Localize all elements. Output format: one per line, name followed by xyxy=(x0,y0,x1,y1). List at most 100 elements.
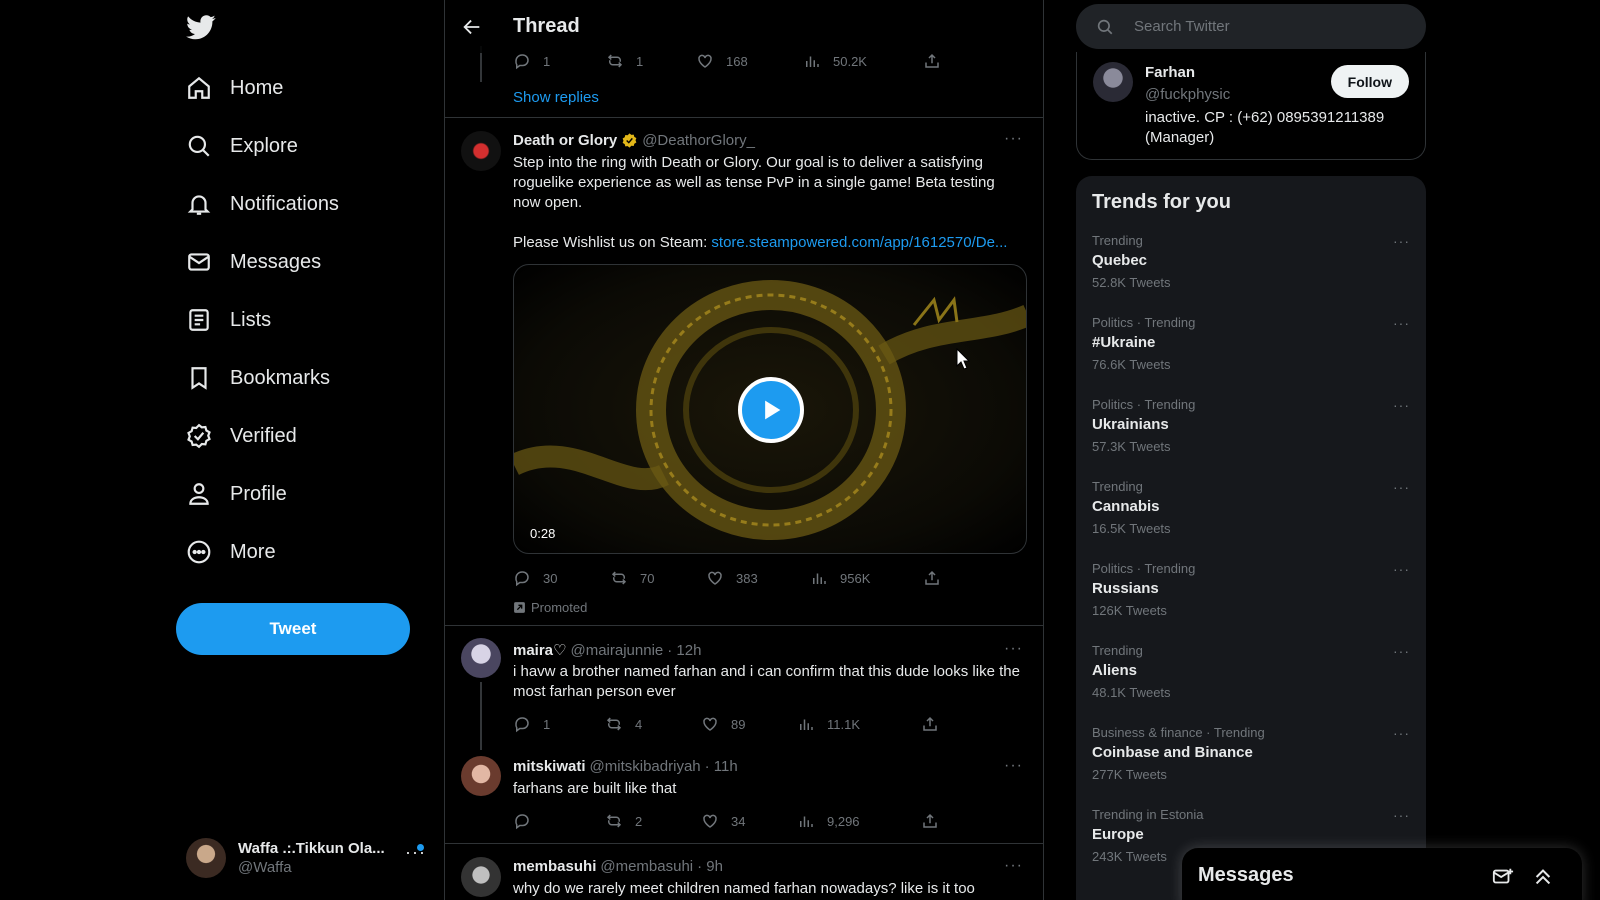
nav-messages[interactable]: Messages xyxy=(176,237,321,287)
share-button[interactable] xyxy=(921,715,939,733)
more-dots-icon[interactable]: ··· xyxy=(1004,757,1023,775)
views-button[interactable]: 50.2K xyxy=(803,52,923,70)
share-icon xyxy=(923,813,937,828)
avatar[interactable] xyxy=(1093,62,1133,102)
author-name[interactable]: Death or Glory xyxy=(513,132,617,149)
retweet-button[interactable]: 4 xyxy=(605,715,701,733)
more-dots-icon[interactable]: ··· xyxy=(1393,479,1410,495)
tweet-time[interactable]: · 12h xyxy=(667,642,701,659)
retweet-count: 4 xyxy=(635,716,643,732)
nav-bookmarks[interactable]: Bookmarks xyxy=(176,353,330,403)
trend-name: #Ukraine xyxy=(1092,334,1156,351)
avatar[interactable] xyxy=(461,638,501,678)
account-switcher[interactable]: Waffa .:.Tikkun Ola... @Waffa ··· xyxy=(186,830,426,886)
like-button[interactable]: 383 xyxy=(706,569,810,587)
more-dots-icon[interactable]: ··· xyxy=(1393,643,1410,659)
trend-category: Politics · Trending xyxy=(1092,561,1196,576)
views-count: 956K xyxy=(840,570,871,586)
nav-explore[interactable]: Explore xyxy=(176,121,298,171)
retweet-button[interactable]: 2 xyxy=(605,812,701,830)
search-bar[interactable] xyxy=(1076,4,1426,49)
tweet-time[interactable]: · 9h xyxy=(697,858,723,875)
reply-button[interactable]: 1 xyxy=(513,715,605,733)
verified-badge-icon xyxy=(187,423,211,449)
new-message-icon[interactable] xyxy=(1492,866,1514,888)
like-button[interactable]: 34 xyxy=(701,812,797,830)
nav-label-profile: Profile xyxy=(230,482,287,505)
trend-item[interactable]: Politics · Trending Ukrainians 57.3K Twe… xyxy=(1076,397,1426,479)
trend-item[interactable]: Trending Cannabis 16.5K Tweets ··· xyxy=(1076,479,1426,561)
author-name[interactable]: maira♡ xyxy=(513,641,566,659)
more-dots-icon[interactable]: ··· xyxy=(1004,857,1023,875)
retweet-count: 70 xyxy=(640,570,655,586)
nav-profile[interactable]: Profile xyxy=(176,469,287,519)
trend-item[interactable]: Politics · Trending #Ukraine 76.6K Tweet… xyxy=(1076,315,1426,397)
play-button[interactable] xyxy=(738,377,804,443)
twitter-bird-icon[interactable] xyxy=(186,12,216,42)
suggested-user-name[interactable]: Farhan xyxy=(1145,64,1195,81)
like-button[interactable]: 89 xyxy=(701,715,797,733)
reply-button[interactable]: 1 xyxy=(513,52,606,70)
avatar[interactable] xyxy=(461,756,501,796)
views-button[interactable]: 956K xyxy=(810,569,923,587)
more-dots-icon[interactable]: ··· xyxy=(1393,397,1410,413)
search-icon xyxy=(1097,19,1113,34)
who-to-follow-card: Farhan @fuckphysic inactive. CP : (+62) … xyxy=(1076,52,1426,160)
more-dots-icon[interactable]: ··· xyxy=(1393,315,1410,331)
retweet-button[interactable]: 1 xyxy=(606,52,696,70)
author-name[interactable]: mitskiwati xyxy=(513,758,586,775)
views-button[interactable]: 9,296 xyxy=(797,812,921,830)
back-arrow-icon[interactable] xyxy=(461,16,483,38)
nav-verified[interactable]: Verified xyxy=(176,411,297,461)
nav-lists[interactable]: Lists xyxy=(176,295,271,345)
tweet-actions: 2 34 9,296 xyxy=(513,812,939,830)
messages-drawer[interactable]: Messages xyxy=(1182,848,1582,900)
avatar[interactable] xyxy=(461,131,501,171)
more-dots-icon[interactable]: ··· xyxy=(1393,725,1410,741)
more-dots-icon[interactable]: ··· xyxy=(1393,807,1410,823)
more-dots-icon[interactable]: ··· xyxy=(1393,561,1410,577)
author-handle[interactable]: @mairajunnie xyxy=(570,642,663,659)
views-count: 9,296 xyxy=(827,813,860,829)
author-handle[interactable]: @mitskibadriyah xyxy=(590,758,701,775)
search-input[interactable] xyxy=(1134,18,1394,35)
trend-item[interactable]: Trending Aliens 48.1K Tweets ··· xyxy=(1076,643,1426,725)
author-handle[interactable]: @membasuhi xyxy=(600,858,693,875)
follow-button[interactable]: Follow xyxy=(1330,65,1409,98)
views-chart-icon xyxy=(800,719,813,730)
trend-item[interactable]: Politics · Trending Russians 126K Tweets… xyxy=(1076,561,1426,643)
reply-button[interactable] xyxy=(513,812,605,830)
tweet-header: maira♡ @mairajunnie · 12h xyxy=(513,641,701,660)
share-button[interactable] xyxy=(923,52,941,70)
avatar[interactable] xyxy=(461,857,501,897)
video-player[interactable]: 0:28 xyxy=(513,264,1027,554)
tweet-time[interactable]: · 11h xyxy=(705,758,738,775)
nav-home[interactable]: Home xyxy=(176,63,283,113)
trend-name: Russians xyxy=(1092,580,1159,597)
nav-more[interactable]: More xyxy=(176,527,276,577)
more-dots-icon[interactable]: ··· xyxy=(1393,233,1410,249)
heart-icon xyxy=(703,717,717,731)
like-button[interactable]: 168 xyxy=(696,52,803,70)
suggested-user-handle[interactable]: @fuckphysic xyxy=(1145,86,1230,103)
trend-category: Trending xyxy=(1092,233,1143,248)
more-dots-icon[interactable]: ··· xyxy=(1004,640,1023,658)
author-handle[interactable]: @DeathorGlory_ xyxy=(642,132,755,149)
views-button[interactable]: 11.1K xyxy=(797,715,921,733)
retweet-button[interactable]: 70 xyxy=(610,569,706,587)
promoted-label: Promoted xyxy=(513,600,587,615)
show-replies-link[interactable]: Show replies xyxy=(513,89,599,106)
trend-item[interactable]: Business & finance · Trending Coinbase a… xyxy=(1076,725,1426,807)
share-button[interactable] xyxy=(921,812,939,830)
more-dots-icon[interactable]: ··· xyxy=(1004,130,1023,148)
reply-button[interactable]: 30 xyxy=(513,569,610,587)
tweet-button[interactable]: Tweet xyxy=(176,603,410,655)
author-name[interactable]: membasuhi xyxy=(513,858,596,875)
nav-label-more: More xyxy=(230,540,276,563)
nav-notifications[interactable]: Notifications xyxy=(176,179,339,229)
steam-link[interactable]: store.steampowered.com/app/1612570/De... xyxy=(711,234,1007,251)
trend-item[interactable]: Trending Quebec 52.8K Tweets ··· xyxy=(1076,233,1426,315)
expand-chevron-icon[interactable] xyxy=(1532,866,1554,888)
share-button[interactable] xyxy=(923,569,941,587)
unread-dot xyxy=(417,844,424,851)
